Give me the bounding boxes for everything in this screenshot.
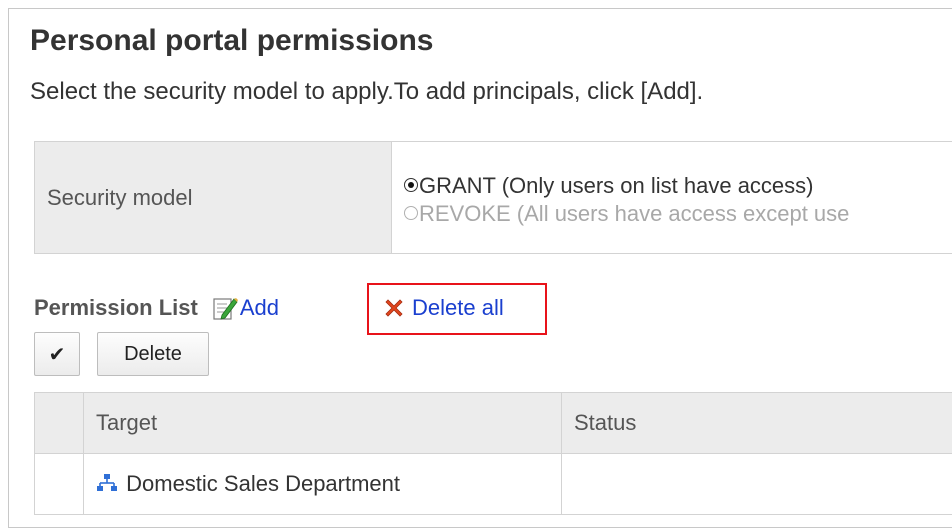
radio-option-grant[interactable]: GRANT (Only users on list have access) <box>404 172 952 200</box>
permission-table: Target Status Domestic Sales Department <box>34 392 952 515</box>
row-target-label: Domestic Sales Department <box>126 471 400 496</box>
column-header-target: Target <box>84 393 562 454</box>
organization-icon <box>96 472 118 494</box>
edit-add-icon <box>212 295 238 321</box>
page-description: Select the security model to apply.To ad… <box>30 78 703 106</box>
revoke-radio-label: REVOKE (All users have access except use <box>419 200 849 228</box>
red-x-icon <box>382 296 406 320</box>
column-header-checkbox <box>35 393 84 454</box>
delete-button[interactable]: Delete <box>97 332 209 376</box>
permission-list-header: Permission List Add <box>34 290 279 326</box>
row-target-cell: Domestic Sales Department <box>84 454 562 515</box>
add-link[interactable]: Add <box>212 295 279 321</box>
security-model-options: GRANT (Only users on list have access) R… <box>392 142 952 254</box>
permission-list-title: Permission List <box>34 295 198 321</box>
select-all-button[interactable]: ✔ <box>34 332 80 376</box>
row-checkbox-cell[interactable] <box>35 454 84 515</box>
grant-radio-label[interactable]: GRANT (Only users on list have access) <box>419 172 814 200</box>
grant-radio[interactable] <box>404 178 418 192</box>
security-model-label: Security model <box>35 142 392 254</box>
radio-option-revoke: REVOKE (All users have access except use <box>404 200 952 228</box>
row-status-cell <box>562 454 952 515</box>
column-header-status: Status <box>562 393 952 454</box>
page-title: Personal portal permissions <box>30 24 433 58</box>
add-link-label[interactable]: Add <box>240 295 279 321</box>
delete-all-label[interactable]: Delete all <box>412 295 504 321</box>
table-header-row: Target Status <box>35 393 952 454</box>
revoke-radio <box>404 206 418 220</box>
delete-all-link[interactable]: Delete all <box>382 290 504 326</box>
table-row[interactable]: Domestic Sales Department <box>35 454 952 515</box>
security-model-table: Security model GRANT (Only users on list… <box>34 141 952 254</box>
